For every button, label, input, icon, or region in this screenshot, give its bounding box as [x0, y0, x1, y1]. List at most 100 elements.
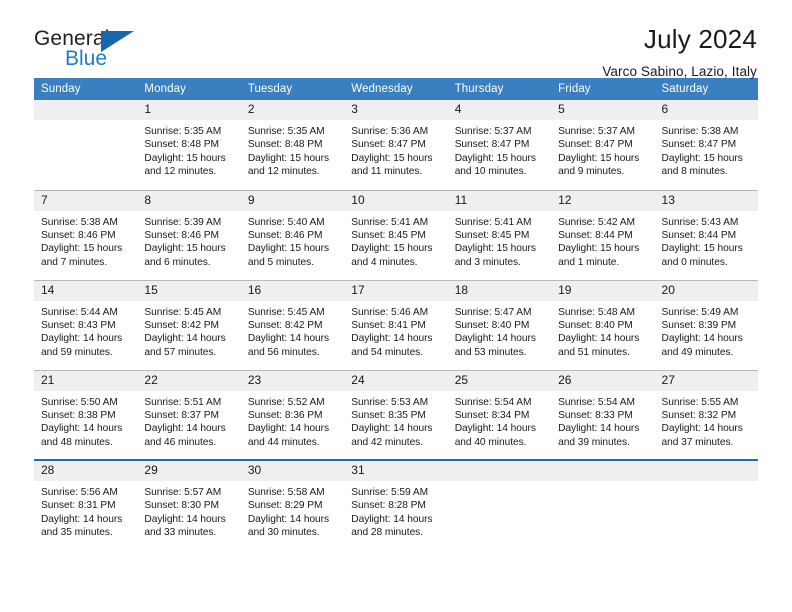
calendar-day-cell[interactable]: 27 Sunrise: 5:55 AM Sunset: 8:32 PM Dayligh… [654, 369, 758, 460]
day-cell-inner: 20 Sunrise: 5:49 AM Sunset: 8:39 PM Dayligh… [654, 280, 758, 370]
calendar-day-cell[interactable]: 1 Sunrise: 5:35 AM Sunset: 8:48 PM Daylight… [137, 100, 241, 190]
day-sun-details: Sunrise: 5:41 AM Sunset: 8:45 PM Daylight:… [344, 211, 447, 270]
day-detail-line: Sunrise: 5:59 AM [351, 487, 429, 498]
day-detail-line: Sunset: 8:29 PM [247, 500, 323, 512]
calendar-day-cell[interactable]: 14 Sunrise: 5:44 AM Sunset: 8:43 PM Dayligh… [34, 279, 138, 370]
day-number: 29 [137, 461, 241, 481]
calendar-day-cell[interactable]: 22 Sunrise: 5:51 AM Sunset: 8:37 PM Dayligh… [137, 369, 241, 460]
calendar-day-cell[interactable]: 28 Sunrise: 5:56 AM Sunset: 8:31 PM Dayligh… [34, 459, 138, 550]
day-sun-details: Sunrise: 5:47 AM Sunset: 8:40 PM Daylight:… [448, 301, 551, 360]
day-detail-line: Sunrise: 5:46 AM [351, 306, 429, 318]
calendar-day-cell[interactable]: 26 Sunrise: 5:54 AM Sunset: 8:33 PM Dayligh… [551, 369, 655, 460]
calendar-day-cell[interactable]: 3 Sunrise: 5:36 AM Sunset: 8:47 PM Daylight… [344, 100, 448, 190]
day-detail-line: Sunset: 8:42 PM [144, 319, 219, 331]
calendar-day-cell[interactable]: 20 Sunrise: 5:49 AM Sunset: 8:39 PM Dayligh… [654, 279, 758, 370]
day-cell-inner: 16 Sunrise: 5:45 AM Sunset: 8:42 PM Dayligh… [240, 280, 345, 370]
calendar-day-cell[interactable]: 8 Sunrise: 5:39 AM Sunset: 8:46 PM Daylight… [137, 189, 241, 280]
day-detail-line: Sunrise: 5:40 AM [247, 216, 325, 228]
calendar-day-cell[interactable]: 17 Sunrise: 5:46 AM Sunset: 8:41 PM Dayligh… [344, 279, 448, 370]
calendar-day-cell[interactable]: 23 Sunrise: 5:52 AM Sunset: 8:36 PM Dayligh… [240, 369, 345, 460]
day-number: 10 [344, 190, 448, 211]
day-cell-inner: 30 Sunrise: 5:58 AM Sunset: 8:29 PM Dayligh… [240, 461, 345, 550]
general-blue-logo[interactable]: General Blue [34, 26, 144, 76]
calendar-day-cell[interactable]: 12 Sunrise: 5:42 AM Sunset: 8:44 PM Dayligh… [551, 189, 655, 280]
day-number: 9 [240, 190, 345, 211]
day-number [447, 461, 552, 481]
day-detail-line: Sunrise: 5:41 AM [351, 216, 429, 228]
day-detail-line: and 0 minutes. [661, 256, 728, 268]
calendar-day-cell[interactable]: 24 Sunrise: 5:53 AM Sunset: 8:35 PM Dayligh… [344, 369, 448, 460]
day-detail-line: Daylight: 15 hours [144, 152, 226, 164]
day-detail-line: Daylight: 15 hours [247, 243, 330, 255]
calendar-day-cell[interactable]: 16 Sunrise: 5:45 AM Sunset: 8:42 PM Dayligh… [240, 279, 345, 370]
calendar-day-cell[interactable]: 2 Sunrise: 5:35 AM Sunset: 8:48 PM Daylight… [240, 100, 345, 190]
day-sun-details: Sunrise: 5:52 AM Sunset: 8:36 PM Daylight:… [241, 391, 344, 450]
day-sun-details: Sunrise: 5:49 AM Sunset: 8:39 PM Daylight:… [655, 301, 758, 360]
day-detail-line: Daylight: 15 hours [661, 243, 743, 255]
day-number: 28 [34, 461, 138, 481]
calendar-day-cell[interactable]: 29 Sunrise: 5:57 AM Sunset: 8:30 PM Dayligh… [137, 459, 241, 550]
day-detail-line: and 40 minutes. [454, 436, 527, 448]
day-number [34, 100, 138, 120]
calendar-day-cell[interactable]: 9 Sunrise: 5:40 AM Sunset: 8:46 PM Daylight… [240, 189, 345, 280]
weekday-header-sunday: Sunday [34, 78, 138, 100]
day-number: 6 [654, 100, 758, 120]
day-detail-line: Sunrise: 5:43 AM [661, 216, 739, 228]
calendar-day-cell[interactable]: 18 Sunrise: 5:47 AM Sunset: 8:40 PM Dayligh… [447, 279, 552, 370]
calendar-day-cell[interactable]: 19 Sunrise: 5:48 AM Sunset: 8:40 PM Dayligh… [551, 279, 655, 370]
calendar-day-cell-empty [551, 459, 655, 550]
calendar-day-cell[interactable]: 11 Sunrise: 5:41 AM Sunset: 8:45 PM Dayligh… [447, 189, 552, 280]
day-sun-details: Sunrise: 5:38 AM Sunset: 8:47 PM Daylight:… [655, 120, 758, 179]
day-detail-line: Sunset: 8:45 PM [351, 229, 426, 241]
day-detail-line: and 39 minutes. [558, 436, 630, 448]
calendar-day-cell[interactable]: 7 Sunrise: 5:38 AM Sunset: 8:46 PM Daylight… [34, 189, 138, 280]
day-detail-line: and 4 minutes. [351, 256, 418, 268]
day-cell-inner: 28 Sunrise: 5:56 AM Sunset: 8:31 PM Dayligh… [34, 461, 138, 550]
day-cell-inner [34, 100, 138, 190]
calendar-day-cell[interactable]: 5 Sunrise: 5:37 AM Sunset: 8:47 PM Daylight… [551, 100, 655, 190]
day-sun-details: Sunrise: 5:43 AM Sunset: 8:44 PM Daylight:… [655, 211, 758, 270]
calendar-day-cell[interactable]: 6 Sunrise: 5:38 AM Sunset: 8:47 PM Daylight… [654, 100, 758, 190]
calendar-day-cell[interactable]: 25 Sunrise: 5:54 AM Sunset: 8:34 PM Dayligh… [447, 369, 552, 460]
day-sun-details: Sunrise: 5:58 AM Sunset: 8:29 PM Daylight:… [241, 481, 344, 540]
day-detail-line: Daylight: 14 hours [247, 423, 330, 435]
day-sun-details: Sunrise: 5:56 AM Sunset: 8:31 PM Daylight:… [34, 481, 137, 540]
day-detail-line: and 3 minutes. [454, 256, 521, 268]
day-sun-details [34, 120, 137, 125]
calendar-day-cell[interactable]: 10 Sunrise: 5:41 AM Sunset: 8:45 PM Dayligh… [344, 189, 448, 280]
calendar-day-cell[interactable]: 15 Sunrise: 5:45 AM Sunset: 8:42 PM Dayligh… [137, 279, 241, 370]
day-detail-line: Sunset: 8:40 PM [454, 319, 530, 331]
calendar-day-cell-empty [447, 459, 552, 550]
calendar-day-cell[interactable]: 30 Sunrise: 5:58 AM Sunset: 8:29 PM Dayligh… [240, 459, 345, 550]
day-number: 5 [551, 100, 655, 120]
day-detail-line: and 49 minutes. [661, 346, 734, 358]
day-detail-line: Sunrise: 5:54 AM [454, 396, 532, 408]
day-detail-line: Sunrise: 5:56 AM [41, 487, 118, 498]
day-detail-line: Sunset: 8:47 PM [351, 139, 426, 151]
day-detail-line: Sunrise: 5:35 AM [247, 126, 325, 137]
day-detail-line: Daylight: 14 hours [144, 423, 226, 435]
day-sun-details: Sunrise: 5:39 AM Sunset: 8:46 PM Daylight:… [137, 211, 240, 270]
day-detail-line: and 44 minutes. [247, 436, 320, 448]
calendar-day-cell[interactable]: 13 Sunrise: 5:43 AM Sunset: 8:44 PM Dayligh… [654, 189, 758, 280]
day-cell-inner: 2 Sunrise: 5:35 AM Sunset: 8:48 PM Daylight… [240, 100, 345, 190]
calendar-header-row: Sunday Monday Tuesday Wednesday Thursday Frid… [34, 78, 758, 100]
day-detail-line: and 56 minutes. [247, 346, 320, 358]
logo-text-general: General [34, 27, 110, 50]
calendar-day-cell[interactable]: 31 Sunrise: 5:59 AM Sunset: 8:28 PM Dayligh… [344, 459, 448, 550]
day-cell-inner: 10 Sunrise: 5:41 AM Sunset: 8:45 PM Dayligh… [344, 190, 448, 280]
calendar-day-cell[interactable]: 4 Sunrise: 5:37 AM Sunset: 8:47 PM Daylight… [447, 100, 552, 190]
day-detail-line: Sunrise: 5:38 AM [41, 216, 118, 228]
day-sun-details: Sunrise: 5:48 AM Sunset: 8:40 PM Daylight:… [551, 301, 654, 360]
day-cell-inner: 14 Sunrise: 5:44 AM Sunset: 8:43 PM Dayligh… [34, 280, 138, 370]
day-detail-line: Daylight: 14 hours [144, 513, 226, 525]
day-sun-details: Sunrise: 5:41 AM Sunset: 8:45 PM Daylight:… [448, 211, 551, 270]
day-cell-inner: 25 Sunrise: 5:54 AM Sunset: 8:34 PM Dayligh… [447, 370, 552, 460]
day-detail-line: Sunset: 8:47 PM [661, 139, 737, 151]
day-number: 14 [34, 280, 138, 301]
day-detail-line: Sunrise: 5:57 AM [144, 487, 222, 498]
calendar-day-cell[interactable]: 21 Sunrise: 5:50 AM Sunset: 8:38 PM Dayligh… [34, 369, 138, 460]
day-cell-inner: 24 Sunrise: 5:53 AM Sunset: 8:35 PM Dayligh… [344, 370, 448, 460]
day-number: 12 [551, 190, 655, 211]
day-sun-details: Sunrise: 5:55 AM Sunset: 8:32 PM Daylight:… [655, 391, 758, 450]
